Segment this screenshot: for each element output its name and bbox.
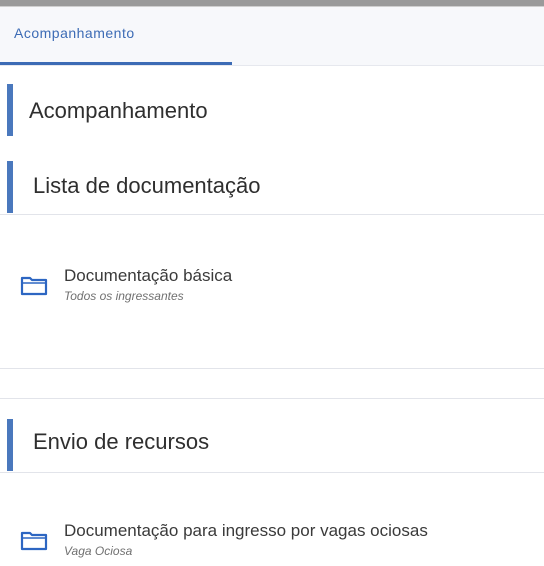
document-item-vagas-ociosas[interactable]: Documentação para ingresso por vagas oci… <box>0 521 544 566</box>
document-subtitle: Todos os ingressantes <box>64 289 184 303</box>
divider <box>0 368 544 369</box>
document-title: Documentação básica <box>64 266 233 285</box>
folder-icon <box>20 276 48 296</box>
section-title: Acompanhamento <box>29 98 208 123</box>
folder-icon <box>20 531 48 551</box>
page: Acompanhamento Acompanhamento Lista de d… <box>0 0 544 566</box>
document-subtitle: Vaga Ociosa <box>64 544 133 558</box>
section-header-envio-recursos: Envio de recursos <box>0 419 544 471</box>
top-rule <box>0 0 544 7</box>
document-title: Documentação para ingresso por vagas oci… <box>64 521 428 540</box>
section-header-acompanhamento: Acompanhamento <box>0 84 544 136</box>
section-title: Envio de recursos <box>33 429 210 454</box>
section-title: Lista de documentação <box>33 173 261 198</box>
section-accent-bar <box>7 419 13 471</box>
divider <box>0 214 544 215</box>
divider <box>0 472 544 473</box>
section-accent-bar <box>7 161 13 213</box>
tab-active-indicator <box>0 62 232 65</box>
document-item-basica[interactable]: Documentação básica Todos os ingressante… <box>0 266 544 316</box>
section-accent-bar <box>7 84 13 136</box>
tab-acompanhamento[interactable]: Acompanhamento <box>0 7 232 65</box>
tab-label: Acompanhamento <box>14 25 135 41</box>
section-header-lista-documentacao: Lista de documentação <box>0 161 544 213</box>
divider <box>0 398 544 399</box>
tab-bar: Acompanhamento <box>0 7 544 66</box>
